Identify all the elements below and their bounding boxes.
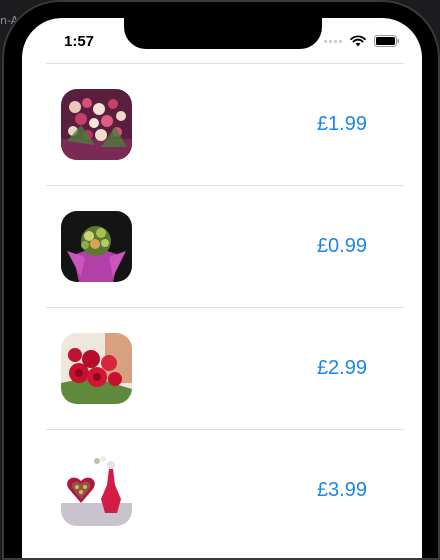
product-list: £1.99 £0.99 £2.99 £3.99 [22, 63, 422, 551]
app-screen: 1:57 £1.99 £0.99 £2.99 £3.99 [22, 18, 422, 558]
heart-chocolates-icon [61, 455, 132, 526]
product-price: £2.99 [316, 357, 367, 379]
product-row[interactable]: £3.99 [22, 430, 422, 551]
red-roses-icon [61, 333, 132, 404]
product-price: £0.99 [316, 235, 367, 257]
flower-bouquet-mixed-icon [61, 89, 132, 160]
product-price: £1.99 [316, 113, 367, 135]
potted-flowers-icon [61, 211, 132, 282]
wifi-icon [350, 35, 366, 47]
battery-icon [374, 35, 400, 47]
product-row[interactable]: £2.99 [22, 308, 422, 429]
status-indicators [324, 34, 400, 48]
product-row[interactable]: £0.99 [22, 186, 422, 307]
product-row[interactable]: £1.99 [22, 64, 422, 185]
cellular-signal-icon [324, 39, 342, 43]
phone-frame: 1:57 £1.99 £0.99 £2.99 £3.99 [2, 0, 440, 560]
device-notch [124, 18, 322, 49]
product-price: £3.99 [316, 479, 367, 501]
status-time: 1:57 [64, 33, 95, 50]
